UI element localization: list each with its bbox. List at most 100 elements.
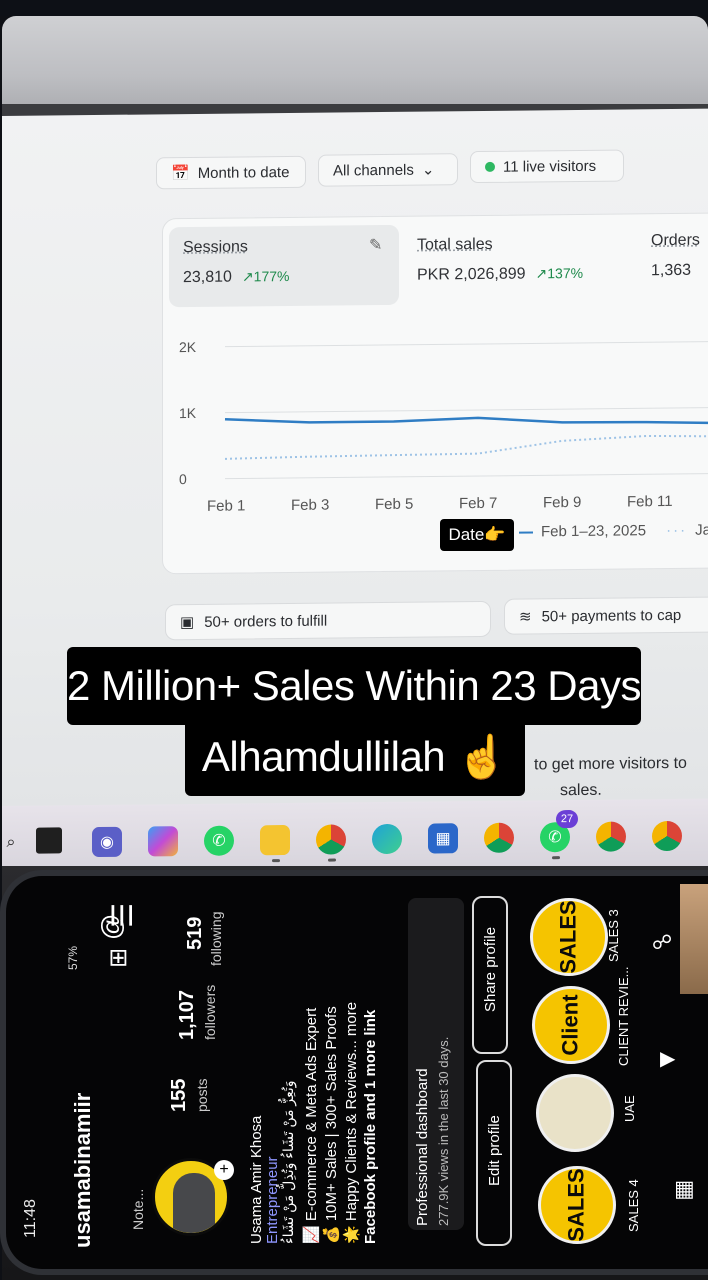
gridline bbox=[225, 340, 708, 348]
hint-line-2: sales. bbox=[560, 781, 602, 800]
store-icon[interactable]: ▦ bbox=[428, 823, 458, 854]
y-tick-label: 0 bbox=[179, 471, 187, 487]
caption-line-1: 2 Million+ Sales Within 23 Days bbox=[67, 647, 641, 725]
series-line-previous bbox=[224, 434, 708, 460]
orders-metric[interactable]: Orders 1,363 bbox=[651, 232, 700, 281]
top-band bbox=[0, 0, 708, 16]
total-sales-metric[interactable]: Total sales PKR 2,026,899 ↗137% bbox=[417, 235, 583, 285]
month-to-date-chip[interactable]: 📅 Month to date bbox=[156, 155, 306, 190]
orders-to-fulfill-chip[interactable]: ▣ 50+ orders to fulfill bbox=[165, 600, 491, 641]
total-sales-label: Total sales bbox=[417, 235, 493, 254]
teams-icon[interactable]: ◉ bbox=[92, 826, 122, 858]
y-tick-label: 1K bbox=[179, 405, 197, 421]
photo-stage: 📅 Month to date All channels ⌄ 11 live v… bbox=[0, 0, 708, 1280]
live-visitors-chip[interactable]: 11 live visitors bbox=[470, 149, 624, 184]
search-icon[interactable]: ⌕ bbox=[2, 828, 26, 858]
edit-profile-label: Edit profile bbox=[486, 1115, 503, 1186]
y-tick-label: 2K bbox=[179, 339, 197, 355]
live-visitors-label: 11 live visitors bbox=[503, 157, 597, 176]
gridline bbox=[225, 406, 708, 414]
all-channels-label: All channels bbox=[333, 161, 414, 180]
highlight-label: SALES 4 bbox=[626, 1179, 641, 1232]
x-tick-label: Feb 7 bbox=[459, 495, 497, 512]
highlight-sales-3[interactable]: SALES bbox=[530, 898, 608, 976]
orders-label: Orders bbox=[651, 231, 700, 250]
x-tick-label: Feb 9 bbox=[543, 494, 581, 511]
chrome-icon[interactable] bbox=[596, 821, 626, 852]
edge-icon[interactable] bbox=[372, 823, 402, 855]
total-sales-change: ↗137% bbox=[535, 264, 584, 282]
share-profile-label: Share profile bbox=[482, 926, 499, 1012]
profile-name: Usama Amir Khosa bbox=[248, 1115, 265, 1244]
active-indicator bbox=[328, 858, 336, 862]
x-tick-label: Feb 11 bbox=[627, 493, 673, 510]
dashboard-title: Professional dashboard bbox=[414, 1068, 431, 1226]
add-story-icon[interactable]: + bbox=[214, 1160, 234, 1180]
tagged-tab-icon[interactable]: ☍ bbox=[652, 930, 672, 955]
pencil-icon[interactable]: ✎ bbox=[369, 235, 382, 255]
profile-username[interactable]: usamabinamiir bbox=[70, 1093, 96, 1248]
status-time: 11:48 bbox=[22, 1199, 39, 1238]
highlight-label: SALES 3 bbox=[606, 909, 621, 962]
legend-previous-label: Ja bbox=[695, 521, 708, 539]
bio-line-2: 💰 10M+ Sales | 300+ Sales Proofs bbox=[323, 1006, 340, 1244]
active-indicator bbox=[272, 859, 280, 863]
legend-previous-swatch: ··· bbox=[666, 521, 688, 540]
followers-count[interactable]: 1,107 bbox=[176, 990, 199, 1040]
highlight-badge: Client bbox=[558, 994, 583, 1056]
file-explorer-icon[interactable] bbox=[260, 824, 290, 856]
all-channels-chip[interactable]: All channels ⌄ bbox=[318, 153, 458, 187]
chevron-down-icon: ⌄ bbox=[421, 161, 435, 179]
posts-count[interactable]: 155 bbox=[168, 1079, 191, 1112]
bio-link[interactable]: Facebook profile and 1 more link bbox=[362, 1010, 379, 1244]
highlight-client-reviews[interactable]: Client bbox=[532, 986, 610, 1064]
hint-line-1: to get more visitors to bbox=[534, 754, 687, 774]
inbox-icon: ▣ bbox=[180, 613, 195, 632]
payment-icon: ≋ bbox=[519, 608, 532, 626]
highlight-label: CLIENT REVIE... bbox=[616, 966, 631, 1066]
task-view-icon[interactable] bbox=[36, 827, 62, 854]
payments-label: 50+ payments to cap bbox=[541, 606, 682, 625]
posts-label: posts bbox=[194, 1078, 210, 1112]
legend-current-swatch bbox=[519, 530, 533, 534]
monitor-bezel bbox=[2, 16, 708, 116]
highlight-badge: SALES bbox=[564, 1168, 590, 1242]
x-tick-label: Feb 3 bbox=[291, 497, 329, 514]
bio-line-3[interactable]: 🌟 Happy Clients & Reviews... more bbox=[342, 1002, 360, 1244]
payments-chip[interactable]: ≋ 50+ payments to cap bbox=[504, 596, 708, 635]
date-sticker: Date👉 bbox=[440, 519, 514, 551]
month-to-date-label: Month to date bbox=[197, 163, 290, 182]
total-sales-value: PKR 2,026,899 bbox=[417, 265, 526, 284]
note-bubble[interactable]: Note... bbox=[130, 1189, 146, 1230]
reels-tab-icon[interactable]: ▶ bbox=[660, 1046, 675, 1071]
dashboard-subtitle: 277.9K views in the last 30 days. bbox=[436, 1036, 451, 1226]
chrome-icon[interactable] bbox=[316, 824, 346, 855]
menu-icon[interactable]: ☰ bbox=[106, 903, 139, 928]
sessions-change: ↗177% bbox=[241, 267, 290, 285]
battery-level: 57% bbox=[66, 945, 80, 970]
profile-category: Entrepreneur bbox=[264, 1156, 281, 1244]
highlight-sales-4[interactable]: SALES bbox=[538, 1166, 616, 1244]
chart-legend: Feb 1–23, 2025 ··· Ja bbox=[519, 522, 708, 541]
gridline bbox=[225, 472, 708, 480]
following-label: following bbox=[208, 911, 224, 966]
highlight-badge: SALES bbox=[556, 900, 582, 974]
chrome-icon[interactable] bbox=[652, 820, 682, 852]
post-thumbnail[interactable] bbox=[680, 884, 708, 994]
active-indicator bbox=[552, 856, 560, 860]
followers-label: followers bbox=[202, 984, 218, 1040]
chrome-icon[interactable] bbox=[484, 822, 514, 853]
highlight-uae[interactable] bbox=[536, 1074, 614, 1152]
orders-value: 1,363 bbox=[651, 261, 692, 280]
grid-tab-icon[interactable]: ▦ bbox=[674, 1176, 695, 1202]
avatar-photo bbox=[173, 1173, 215, 1233]
series-line-current bbox=[224, 416, 708, 425]
following-count[interactable]: 519 bbox=[184, 917, 207, 950]
caption-line-2: Alhamdullilah ☝️ bbox=[185, 718, 525, 796]
sessions-metric[interactable]: Sessions 23,810 ↗177% bbox=[183, 238, 289, 287]
copilot-icon[interactable] bbox=[148, 826, 178, 857]
whatsapp-icon[interactable]: ✆ bbox=[204, 825, 234, 856]
x-tick-label: Feb 1 bbox=[207, 497, 245, 514]
create-icon[interactable]: ⊞ bbox=[104, 948, 133, 968]
highlight-label: UAE bbox=[622, 1095, 637, 1122]
